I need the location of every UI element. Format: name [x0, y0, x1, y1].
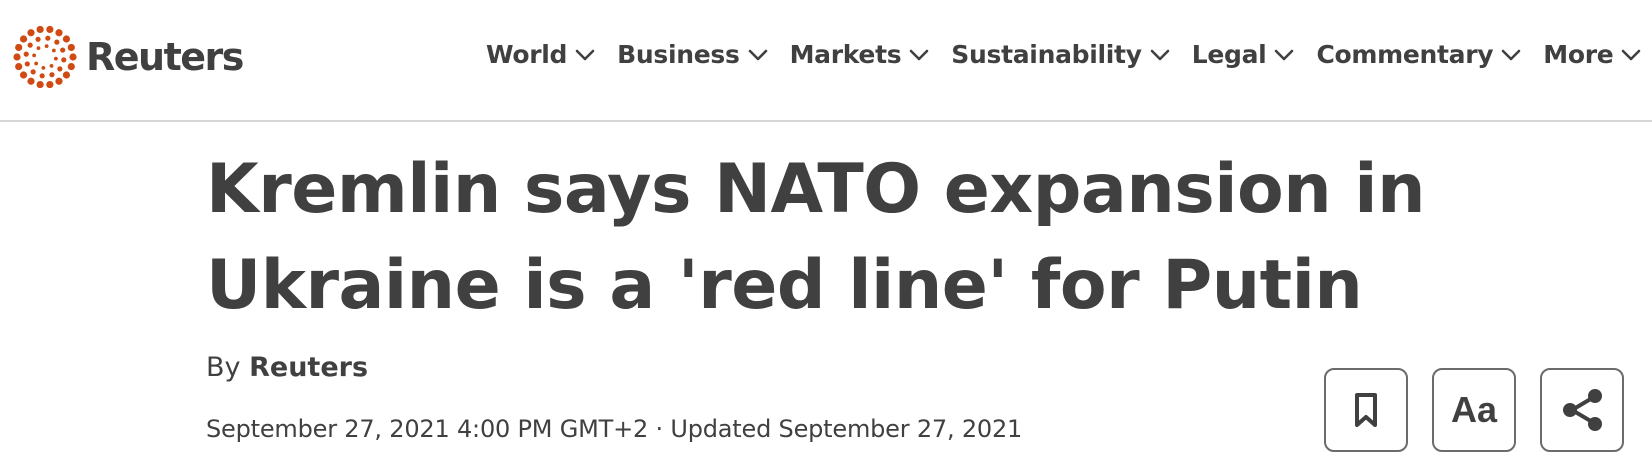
chevron-down-icon — [748, 49, 767, 60]
logo-dot — [57, 66, 63, 72]
logo-dot — [49, 72, 55, 78]
logo-dot — [39, 73, 45, 79]
logo-dot — [46, 80, 54, 89]
reuters-logo-link[interactable]: Reuters — [12, 24, 244, 90]
logo-dot — [54, 39, 60, 45]
main-nav: World Business Markets Sustainability Le… — [486, 40, 1652, 69]
logo-dot — [30, 69, 36, 75]
logo-dot — [36, 46, 41, 51]
logo-dot — [36, 80, 44, 89]
logo-dot — [67, 43, 75, 52]
chevron-down-icon — [1622, 49, 1641, 60]
bookmark-icon — [1355, 393, 1377, 427]
nav-item-sustainability[interactable]: Sustainability — [951, 40, 1170, 69]
logo-dot — [34, 61, 39, 66]
logo-dot — [23, 51, 29, 57]
logo-dot — [45, 35, 51, 41]
logo-dot — [19, 35, 28, 43]
chevron-down-icon — [1150, 49, 1170, 60]
article-byline: By Reuters — [206, 352, 368, 383]
logo-dot — [62, 71, 71, 79]
chevron-down-icon — [909, 49, 929, 60]
article-headline: Kremlin says NATO expansion in Ukraine i… — [206, 150, 1426, 325]
logo-dot — [13, 53, 21, 61]
share-button[interactable] — [1540, 368, 1624, 452]
logo-dot — [15, 62, 23, 71]
logo-dot — [44, 44, 49, 49]
logo-dot — [41, 65, 46, 70]
nav-item-commentary[interactable]: Commentary — [1316, 40, 1521, 69]
logo-dot — [27, 77, 35, 85]
logo-dot — [49, 63, 54, 68]
nav-item-legal[interactable]: Legal — [1192, 40, 1295, 69]
nav-item-label: Legal — [1191, 40, 1267, 69]
logo-dot — [36, 25, 44, 34]
logo-dot — [27, 29, 35, 37]
chevron-down-icon — [1501, 49, 1521, 60]
chevron-down-icon — [1275, 49, 1294, 60]
nav-item-label: More — [1543, 40, 1614, 69]
logo-dot — [53, 56, 58, 61]
article-dateline: September 27, 2021 4:00 PM GMT+2 · Updat… — [206, 415, 1023, 443]
logo-dot — [19, 71, 28, 79]
logo-dot — [35, 36, 41, 42]
text-size-icon: Aa — [1450, 389, 1498, 430]
author-link[interactable]: Reuters — [249, 352, 368, 383]
logo-dot — [27, 42, 33, 48]
logo-dot — [55, 77, 63, 85]
nav-item-world[interactable]: World — [486, 40, 595, 69]
logo-dot — [61, 57, 67, 63]
logo-dot — [24, 61, 30, 67]
logo-dot — [55, 29, 63, 37]
nav-item-more[interactable]: More — [1543, 40, 1641, 69]
bookmark-button[interactable] — [1324, 368, 1408, 452]
logo-dot — [51, 48, 56, 53]
logo-dot — [46, 25, 54, 34]
nav-item-label: Commentary — [1316, 40, 1494, 69]
site-header: Reuters World Business Markets Sustainab… — [0, 0, 1652, 122]
share-icon — [1563, 389, 1602, 431]
nav-item-label: Sustainability — [951, 40, 1142, 69]
logo-dot — [67, 62, 75, 71]
nav-item-label: Markets — [789, 40, 902, 69]
text-size-button[interactable]: Aa — [1432, 368, 1516, 452]
logo-dot — [15, 43, 23, 52]
nav-item-label: World — [486, 40, 568, 69]
logo-dot — [60, 47, 66, 53]
nav-item-markets[interactable]: Markets — [790, 40, 930, 69]
nav-item-business[interactable]: Business — [617, 40, 767, 69]
logo-dot — [32, 53, 37, 58]
nav-item-label: Business — [617, 40, 740, 69]
logo-dot — [69, 53, 77, 61]
byline-prefix: By — [206, 352, 241, 383]
logo-dot — [62, 35, 71, 43]
brand-name: Reuters — [86, 35, 244, 79]
reuters-logo-icon — [13, 25, 77, 89]
chevron-down-icon — [575, 49, 595, 60]
